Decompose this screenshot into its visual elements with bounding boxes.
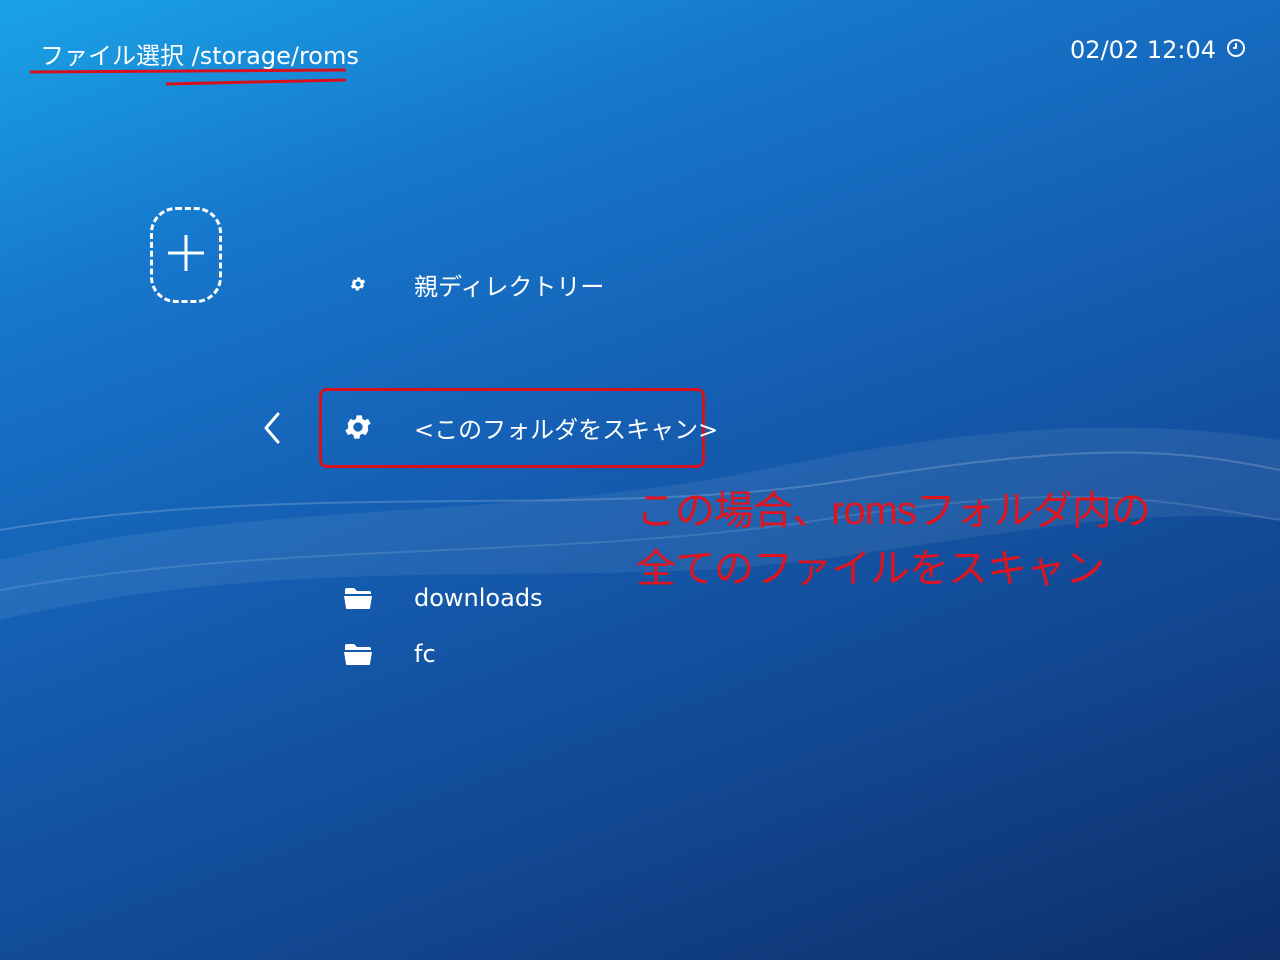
clock: 02/02 12:04	[1070, 36, 1246, 64]
list-item-scan-folder[interactable]: <このフォルダをスキャン>	[330, 403, 718, 451]
folder-icon	[330, 642, 386, 666]
list-item-parent-directory[interactable]: 親ディレクトリー	[330, 260, 604, 308]
plus-icon	[166, 233, 206, 277]
background-wave	[0, 427, 1280, 620]
list-item-label: 親ディレクトリー	[414, 272, 605, 301]
list-item-label: downloads	[414, 584, 543, 612]
list-item-label: fc	[414, 640, 436, 668]
annotation-line: 全てのファイルをスキャン	[636, 547, 1105, 591]
add-button[interactable]	[150, 207, 222, 303]
list-item-fc[interactable]: fc	[330, 630, 436, 678]
datetime-text: 02/02 12:04	[1070, 36, 1216, 64]
folder-icon	[330, 586, 386, 610]
gear-icon	[330, 411, 386, 443]
list-item-downloads[interactable]: downloads	[330, 574, 543, 622]
chevron-left-icon[interactable]	[258, 408, 286, 448]
page-title: ファイル選択 /storage/roms	[40, 42, 359, 70]
annotation-note: この場合、romsフォルダ内の 全てのファイルをスキャン	[636, 482, 1151, 598]
clock-icon	[1226, 36, 1246, 64]
gear-icon	[330, 275, 386, 293]
annotation-line: この場合、romsフォルダ内の	[636, 489, 1151, 533]
list-item-label: <このフォルダをスキャン>	[414, 415, 719, 444]
